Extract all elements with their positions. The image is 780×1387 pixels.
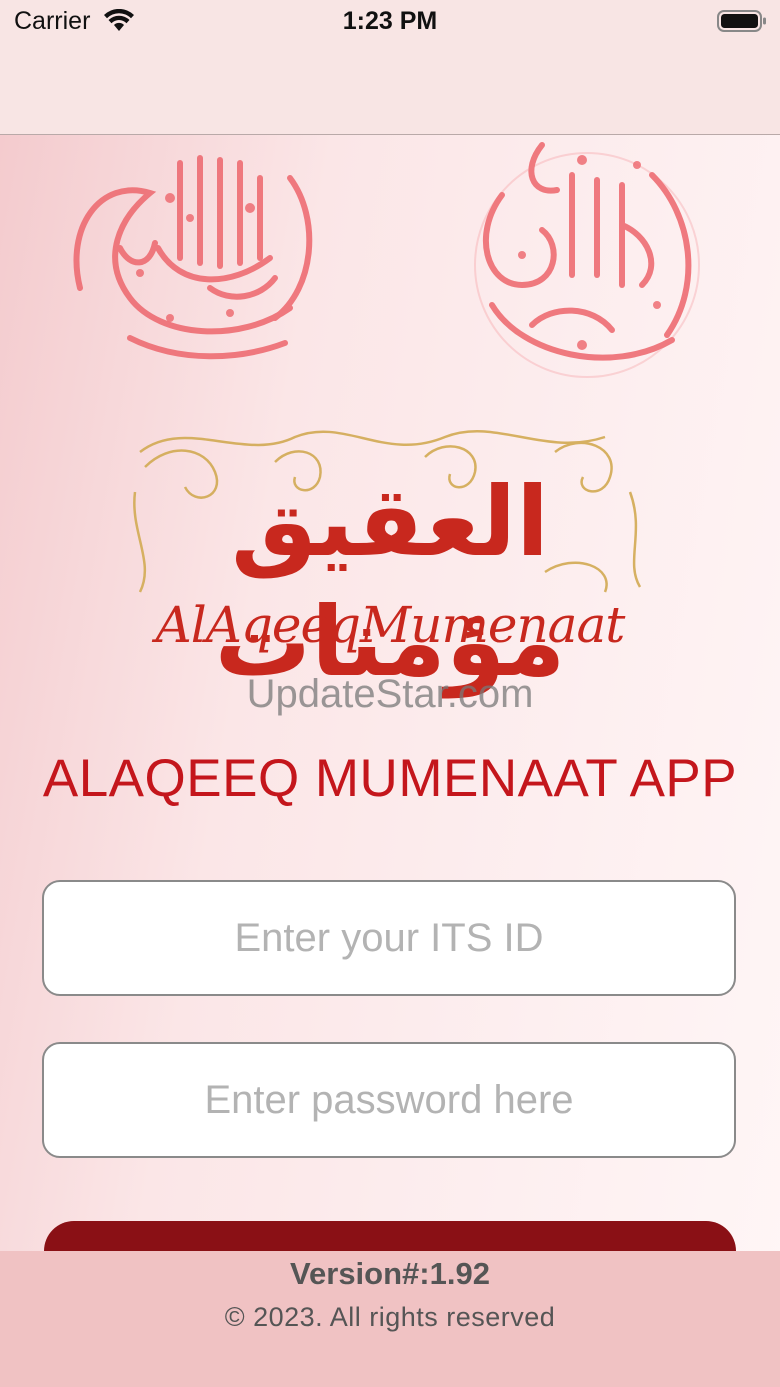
battery-icon [717, 10, 766, 32]
logo-latin-text: AlAqeeqMumenaat [155, 596, 626, 654]
logo-arabic-text: العقيق مؤمنات [214, 466, 566, 698]
calligraphy-seal-right [474, 142, 700, 378]
calligraphy-seal-left [73, 155, 313, 360]
app-title: ALAQEEQ MUMENAAT APP [42, 749, 738, 808]
its-id-input[interactable] [42, 880, 736, 996]
status-bar: Carrier 1:23 PM [0, 0, 780, 44]
watermark-text: UpdateStar.com [246, 672, 534, 716]
password-input[interactable] [42, 1042, 736, 1158]
copyright-label: © 2023. All rights reserved [224, 1302, 556, 1332]
clock: 1:23 PM [342, 7, 438, 35]
version-label: Version#:1.92 [290, 1256, 490, 1291]
login-screen: Carrier 1:23 PM العقيق مؤمنات AlAqeeqMum… [0, 0, 780, 1387]
app-logo: العقيق مؤمنات AlAqeeqMumenaat [125, 422, 655, 698]
